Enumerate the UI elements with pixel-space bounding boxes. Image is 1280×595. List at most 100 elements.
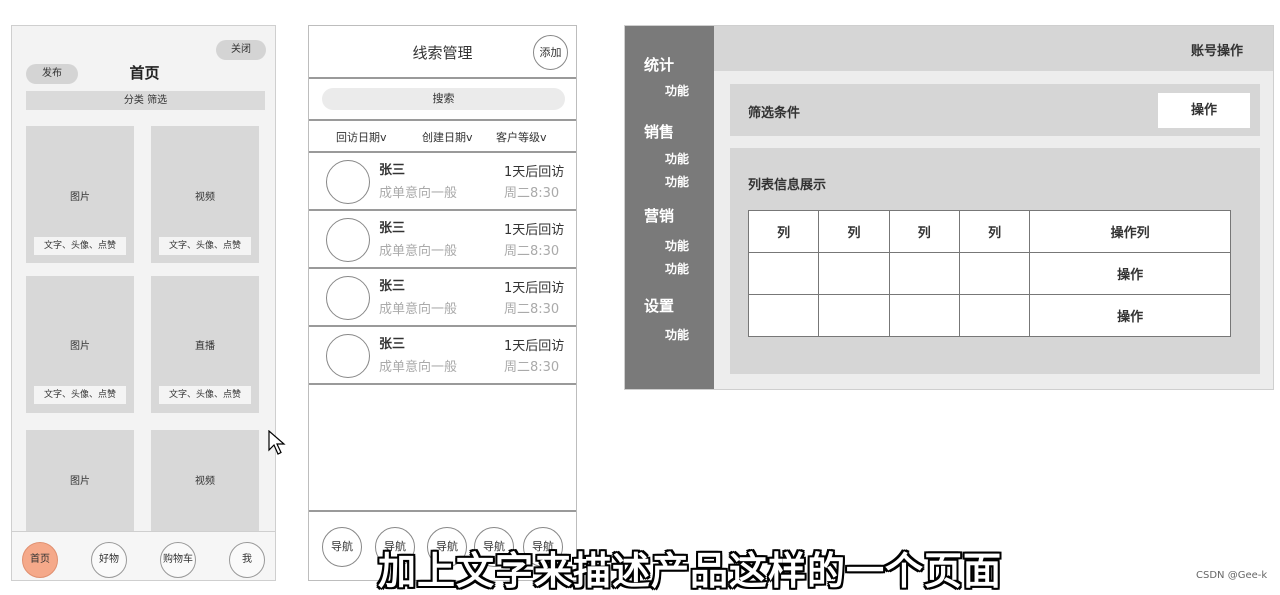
sidebar-item-function[interactable]: 功能 [665, 82, 689, 99]
lead-follow-up: 1天后回访 [504, 165, 565, 180]
leads-header: 线索管理 添加 [309, 26, 576, 79]
lead-intent: 成单意向一般 [379, 244, 458, 259]
sort-visit-date[interactable]: 回访日期v [336, 129, 387, 145]
sort-create-date[interactable]: 创建日期v [422, 129, 473, 145]
lead-time: 周二8:30 [504, 186, 560, 201]
content-card[interactable]: 直播 文字、头像、点赞 [151, 276, 259, 413]
lead-time: 周二8:30 [504, 360, 560, 375]
table-row: 操作 [747, 294, 1231, 337]
lead-follow-up: 1天后回访 [504, 339, 565, 354]
lead-name: 张三 [379, 279, 406, 294]
card-type-label: 视频 [195, 476, 215, 487]
table-cell [958, 294, 1031, 337]
close-button[interactable]: 关闭 [216, 40, 266, 60]
avatar [326, 276, 370, 320]
admin-wireframe: 统计 功能 销售 功能 功能 营销 功能 功能 设置 功能 账号操作 筛选条件 … [624, 25, 1274, 390]
table-header-cell: 操作列 [1029, 210, 1231, 253]
card-meta: 文字、头像、点赞 [159, 237, 251, 255]
home-wireframe: 关闭 发布 首页 分类 筛选 图片 文字、头像、点赞 视频 文字、头像、点赞 图… [11, 25, 276, 581]
list-item[interactable]: 张三 成单意向一般 1天后回访 周二8:30 [309, 269, 576, 327]
sidebar-group-settings[interactable]: 设置 [644, 295, 674, 316]
content-card[interactable]: 视频 [151, 430, 259, 531]
table-row: 操作 [747, 252, 1231, 295]
lead-intent: 成单意向一般 [379, 360, 458, 375]
card-meta: 文字、头像、点赞 [34, 237, 126, 255]
category-filter-bar[interactable]: 分类 筛选 [26, 91, 265, 110]
table-cell [818, 252, 890, 295]
table-cell [747, 252, 820, 295]
search-input[interactable]: 搜索 [322, 88, 565, 110]
lead-follow-up: 1天后回访 [504, 223, 565, 238]
leads-wireframe: 线索管理 添加 搜索 回访日期v 创建日期v 客户等级v 张三 成单意向一般 1… [308, 25, 577, 581]
sidebar: 统计 功能 销售 功能 功能 营销 功能 功能 设置 功能 [625, 26, 714, 389]
table-cell [888, 252, 960, 295]
content-card[interactable]: 图片 [26, 430, 134, 531]
sort-bar: 回访日期v 创建日期v 客户等级v [309, 119, 576, 153]
card-type-label: 视频 [195, 192, 215, 203]
avatar [326, 218, 370, 262]
lead-intent: 成单意向一般 [379, 302, 458, 317]
lead-name: 张三 [379, 221, 406, 236]
card-type-label: 图片 [70, 192, 90, 203]
card-meta: 文字、头像、点赞 [159, 386, 251, 404]
tab-me[interactable]: 我 [229, 542, 265, 578]
sidebar-item-function[interactable]: 功能 [665, 260, 689, 277]
table-cell [747, 294, 820, 337]
list-item[interactable]: 张三 成单意向一般 1天后回访 周二8:30 [309, 327, 576, 385]
add-button[interactable]: 添加 [533, 35, 568, 70]
lead-intent: 成单意向一般 [379, 186, 458, 201]
table-cell [818, 294, 890, 337]
table-cell [888, 294, 960, 337]
page-title: 首页 [129, 64, 160, 82]
bottom-tab-bar: 首页 好物 购物车 我 [12, 531, 275, 580]
lead-name: 张三 [379, 337, 406, 352]
mouse-cursor-icon [268, 430, 286, 455]
watermark: CSDN @Gee-k [1196, 570, 1268, 581]
tab-cart[interactable]: 购物车 [160, 542, 196, 578]
list-item[interactable]: 张三 成单意向一般 1天后回访 周二8:30 [309, 211, 576, 269]
filter-bar: 筛选条件 操作 [730, 84, 1260, 136]
sidebar-group-sales[interactable]: 销售 [644, 121, 674, 142]
account-menu[interactable]: 账号操作 [1191, 40, 1243, 59]
lead-time: 周二8:30 [504, 244, 560, 259]
table-cell [958, 252, 1031, 295]
sidebar-item-function[interactable]: 功能 [665, 173, 689, 190]
table-header-cell: 列 [888, 210, 960, 253]
table-header-cell: 列 [747, 210, 820, 253]
list-item[interactable]: 张三 成单意向一般 1天后回访 周二8:30 [309, 153, 576, 211]
table-header-cell: 列 [818, 210, 890, 253]
avatar [326, 160, 370, 204]
video-subtitle: 加上文字来描述产品这样的一个页面 [377, 549, 1002, 593]
tab-home[interactable]: 首页 [22, 542, 58, 578]
table-header-row: 列 列 列 列 操作列 [747, 210, 1231, 253]
filter-label: 筛选条件 [748, 106, 801, 121]
data-table: 列 列 列 列 操作列 操作 操作 [747, 210, 1231, 337]
lead-name: 张三 [379, 163, 406, 178]
list-panel: 列表信息展示 列 列 列 列 操作列 操作 操作 [730, 148, 1260, 374]
sort-customer-level[interactable]: 客户等级v [496, 129, 547, 145]
lead-follow-up: 1天后回访 [504, 281, 565, 296]
tab-goods[interactable]: 好物 [91, 542, 127, 578]
row-action-button[interactable]: 操作 [1029, 252, 1231, 295]
list-title: 列表信息展示 [748, 178, 827, 193]
card-type-label: 图片 [70, 341, 90, 352]
card-type-label: 图片 [70, 476, 90, 487]
card-type-label: 直播 [195, 341, 215, 352]
avatar [326, 334, 370, 378]
content-card[interactable]: 图片 文字、头像、点赞 [26, 126, 134, 263]
filter-action-button[interactable]: 操作 [1158, 93, 1250, 128]
publish-button[interactable]: 发布 [26, 64, 78, 84]
top-bar: 账号操作 [714, 26, 1273, 71]
sidebar-item-function[interactable]: 功能 [665, 326, 689, 343]
sidebar-item-function[interactable]: 功能 [665, 237, 689, 254]
lead-time: 周二8:30 [504, 302, 560, 317]
sidebar-item-function[interactable]: 功能 [665, 150, 689, 167]
card-meta: 文字、头像、点赞 [34, 386, 126, 404]
content-card[interactable]: 视频 文字、头像、点赞 [151, 126, 259, 263]
content-card[interactable]: 图片 文字、头像、点赞 [26, 276, 134, 413]
row-action-button[interactable]: 操作 [1029, 294, 1231, 337]
table-header-cell: 列 [958, 210, 1031, 253]
page-title: 线索管理 [412, 44, 473, 62]
sidebar-group-marketing[interactable]: 营销 [644, 205, 674, 226]
sidebar-group-stats[interactable]: 统计 [644, 54, 674, 75]
